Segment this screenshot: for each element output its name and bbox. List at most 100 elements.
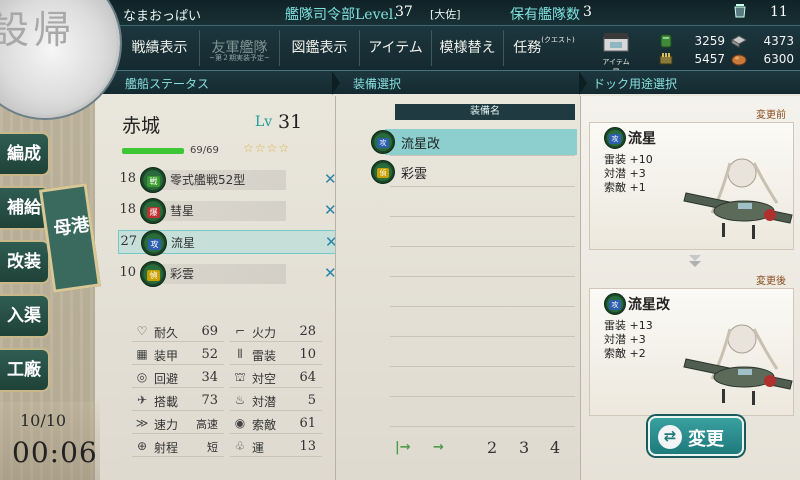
side-navigation: 設帰 編成 補給 改装 入渠 工廠 母港 10/10 00:06: [0, 0, 120, 480]
slot-equip-name: 零式艦戦52型: [146, 170, 286, 190]
section-header-bar: 艦船ステータス 装備選択 ドック用途選択: [95, 70, 800, 95]
list-divider: [390, 186, 575, 187]
evasion-icon: ◎: [136, 370, 148, 384]
menu-library-label: 図鑑表示: [291, 40, 348, 56]
fighter-icon: 戦: [140, 167, 166, 193]
list-divider: [390, 336, 575, 337]
menu-friend-fleet-note: ~第２期実装予定~: [209, 54, 270, 62]
stat-value: 短: [207, 441, 218, 454]
eye-icon: ◉: [234, 416, 246, 430]
equip-list-header: 装備名: [395, 104, 575, 120]
fuel-value: 3259: [694, 34, 725, 48]
menu-items[interactable]: アイテム: [360, 30, 432, 66]
unit-count: 11: [770, 4, 788, 20]
down-arrow-icon: [687, 253, 703, 269]
stat-label: 射程: [154, 441, 179, 455]
stat-value: 13: [299, 439, 316, 454]
stat-value: 10: [299, 347, 316, 362]
item-shop-icon[interactable]: アイテム屋: [600, 33, 632, 76]
depth-charge-icon: ♨: [234, 393, 246, 407]
page-2[interactable]: 2: [487, 438, 497, 457]
page-3[interactable]: 3: [519, 438, 529, 457]
port-button-frame: 母港: [38, 183, 102, 293]
aircraft-artwork: [683, 158, 793, 239]
equip-slot-4[interactable]: 10 彩雲 偵 ✕: [118, 261, 337, 287]
before-card: 攻 流星 雷装 +10 対潜 +3 索敵 +1: [589, 122, 794, 250]
stat-value: 34: [201, 370, 218, 385]
section-divider: [332, 71, 340, 95]
ship-status-heading: 艦船ステータス: [125, 77, 210, 91]
stat-label: 対潜: [252, 395, 277, 409]
stat-label: 装甲: [154, 349, 179, 363]
page-4[interactable]: 4: [550, 438, 560, 457]
port-emblem-text: 設帰: [0, 8, 76, 52]
stat-label: 速力: [154, 418, 179, 432]
ship-count: 3: [583, 4, 592, 20]
stat-los: ◉ 索敵 61: [230, 414, 326, 434]
list-divider: [390, 426, 575, 427]
equip-type-tag: 戦: [147, 176, 160, 187]
change-button[interactable]: ⇄ 変更: [648, 416, 744, 456]
rarity-stars: ☆☆☆☆: [243, 141, 291, 155]
port-emblem[interactable]: 設帰: [0, 0, 120, 118]
equip-slot-1[interactable]: 18 零式艦戦52型 戦 ✕: [118, 167, 337, 193]
equip-select-panel: 装備名 攻 流星改 偵 彩雲 |→ → 2 3 4: [335, 96, 581, 480]
equip-slot-2[interactable]: 18 彗星 爆 ✕: [118, 198, 337, 224]
nav-organize[interactable]: 編成: [0, 132, 50, 176]
stat-luck: ♧ 運 13: [230, 437, 326, 457]
torpedo-bomber-icon: 攻: [604, 127, 626, 149]
stat-hp: ♡ 耐久 69: [132, 322, 228, 342]
nav-dock[interactable]: 入渠: [0, 294, 50, 338]
menu-quests[interactable]: 任務(クエスト): [504, 30, 584, 66]
equip-slot-3[interactable]: 27 流星 攻 ✕: [118, 230, 338, 256]
stat-value: 28: [299, 324, 316, 339]
torpedo-bomber-icon: 攻: [371, 130, 395, 154]
stat-label: 回避: [154, 372, 179, 386]
menu-record[interactable]: 戦績表示: [120, 30, 200, 66]
ship-status-panel: 赤城 Lv 31 69/69 ☆☆☆☆ 18 零式艦戦52型 戦 ✕ 18 彗星…: [110, 96, 338, 480]
stat-evasion: ◎ 回避 34: [132, 368, 228, 388]
range-icon: ⊕: [136, 439, 148, 453]
nav-factory[interactable]: 工廠: [0, 348, 50, 392]
nav-supply-label: 補給: [7, 198, 41, 218]
slot-aircraft-count: 18: [119, 202, 136, 217]
stat-value: 73: [201, 393, 218, 408]
stat-label: 耐久: [154, 326, 179, 340]
first-page-icon[interactable]: |→: [395, 440, 411, 455]
equip-list-item-label: 彩雲: [401, 167, 428, 182]
ship-count-label: 保有艦隊数: [510, 7, 580, 23]
nav-port[interactable]: 母港: [38, 178, 102, 298]
equip-list-item-label: 流星改: [401, 137, 441, 152]
armor-icon: ▦: [136, 347, 148, 361]
stat-aircraft: ✈ 搭載 73: [132, 391, 228, 411]
nav-port-label: 母港: [52, 214, 91, 241]
ship-level: 31: [278, 111, 303, 133]
ship-name: 赤城: [122, 115, 161, 137]
menu-library[interactable]: 図鑑表示: [280, 30, 360, 66]
hp-bar: [122, 148, 184, 154]
before-equip-name: 流星: [628, 131, 656, 147]
bomber-icon: 爆: [140, 198, 166, 224]
equip-list-item[interactable]: 偵 彩雲: [371, 159, 577, 185]
slot-equip-name: 彩雲: [146, 264, 286, 284]
stat-value: 61: [299, 416, 316, 431]
slot-equip-name: 流星: [171, 236, 196, 250]
game-screen: なまおっぱい 艦隊司令部Level. 37 [大佐] 保有艦隊数 3 11 戦績…: [0, 0, 800, 480]
section-divider: [579, 71, 587, 95]
nav-organize-label: 編成: [7, 144, 41, 164]
slot-aircraft-count: 18: [119, 171, 136, 186]
stat-value: 高速: [196, 418, 218, 431]
menu-friend-fleet: 友軍艦隊 ~第２期実装予定~: [200, 30, 280, 66]
stat-range: ⊕ 射程 短: [132, 437, 228, 457]
steel-value: 4373: [763, 34, 794, 48]
recon-icon: 偵: [371, 160, 395, 184]
menu-remodel[interactable]: 模様替え: [432, 30, 504, 66]
repair-bucket-icon: [732, 3, 748, 23]
equip-list-item[interactable]: 攻 流星改: [371, 129, 577, 155]
dock-select-heading: ドック用途選択: [593, 77, 678, 91]
menu-quests-sup: (クエスト): [541, 36, 575, 44]
list-divider: [390, 216, 575, 217]
prev-page-icon[interactable]: →: [433, 440, 444, 455]
aircraft-artwork: [683, 324, 793, 405]
list-divider: [390, 246, 575, 247]
